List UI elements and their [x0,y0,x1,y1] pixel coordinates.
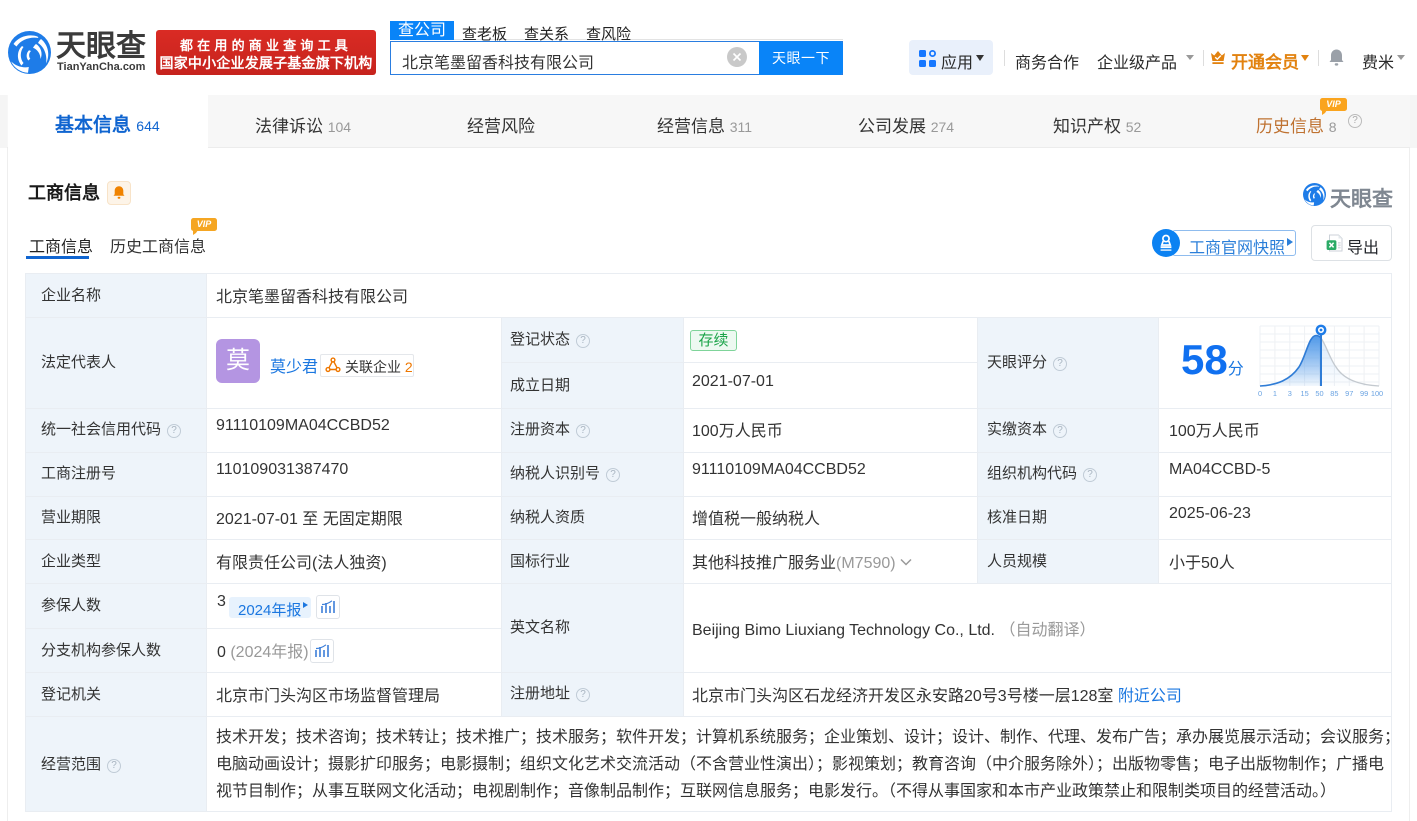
svg-text:1: 1 [1273,389,1277,398]
svg-text:50: 50 [1315,389,1323,398]
svg-text:97: 97 [1345,389,1353,398]
svg-text:0: 0 [1258,389,1262,398]
svg-text:3: 3 [1288,389,1292,398]
svg-text:100: 100 [1371,389,1383,398]
svg-text:85: 85 [1330,389,1338,398]
svg-text:99: 99 [1360,389,1368,398]
svg-text:15: 15 [1300,389,1308,398]
